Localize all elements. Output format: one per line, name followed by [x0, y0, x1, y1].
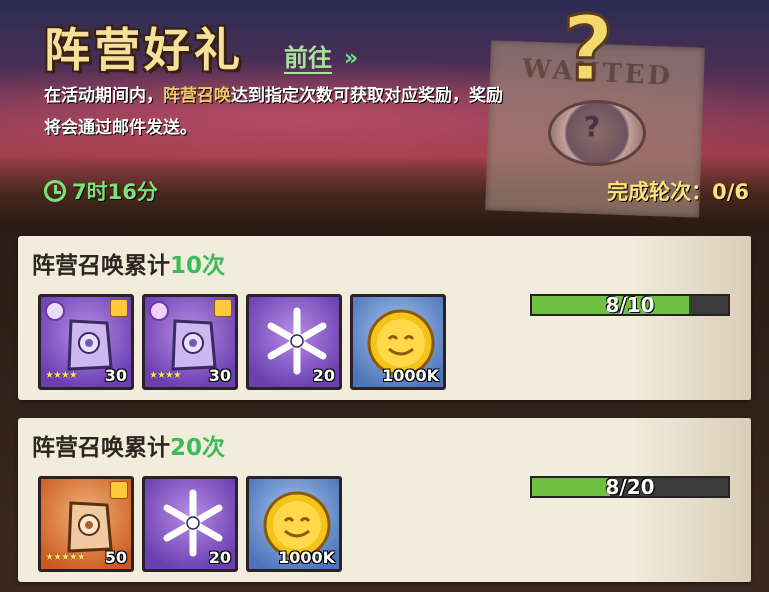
double-chevron-right-icon[interactable]: »	[344, 46, 358, 71]
task-card: 阵营召唤累计10次 8/10 ★★★★ 30 ★★★★ 30 20 1000K	[18, 236, 751, 400]
reward-quantity: 1000K	[382, 366, 439, 385]
rarity-stars: ★★★★	[149, 370, 182, 381]
puzzle-piece-icon	[214, 299, 232, 317]
puzzle-piece-icon	[110, 481, 128, 499]
reward-item-faction-shard[interactable]: ★★★★ 30	[38, 294, 134, 390]
reward-quantity: 20	[312, 366, 335, 385]
task-title: 阵营召唤累计20次	[32, 428, 225, 462]
reward-item-snowflake[interactable]: 20	[142, 476, 238, 572]
reward-quantity: 30	[208, 366, 231, 385]
progress-text: 8/20	[605, 475, 655, 499]
medal-question-icon: ?	[584, 110, 601, 143]
timer-text: 7时16分	[72, 180, 158, 204]
reward-quantity: 30	[104, 366, 127, 385]
event-description: 在活动期间内，阵营召唤达到指定次数可获取对应奖励，奖励将会通过邮件发送。	[44, 80, 514, 144]
page-title: 阵营好礼	[44, 23, 244, 77]
progress-bar: 8/20	[530, 476, 730, 498]
reward-item-faction-shard[interactable]: ★★★★ 30	[142, 294, 238, 390]
faction-shard-icon	[67, 319, 113, 371]
faction-shard-icon	[67, 501, 113, 553]
clock-icon	[44, 180, 66, 202]
rarity-stars: ★★★★★	[45, 552, 86, 563]
reward-quantity: 20	[208, 548, 231, 567]
task-title: 阵营召唤累计10次	[32, 246, 225, 280]
task-count: 20次	[170, 435, 226, 461]
progress-bar: 8/10	[530, 294, 730, 316]
progress-text: 8/10	[605, 293, 655, 317]
event-banner: WANTED ? ? 阵营好礼 前往 » 在活动期间内，阵营召唤达到指定次数可获…	[0, 0, 769, 222]
reward-quantity: 50	[104, 548, 127, 567]
puzzle-piece-icon	[110, 299, 128, 317]
completed-rounds: 完成轮次：0/6	[607, 180, 749, 204]
reward-list: ★★★★★ 50 20 1000K	[38, 476, 342, 572]
countdown-timer: 7时16分	[44, 176, 158, 206]
reward-item-snowflake[interactable]: 20	[246, 294, 342, 390]
task-count: 10次	[170, 253, 226, 279]
reward-item-gold-coin[interactable]: 1000K	[246, 476, 342, 572]
faction-badge-icon	[149, 301, 169, 321]
reward-quantity: 1000K	[278, 548, 335, 567]
task-title-prefix: 阵营召唤累计	[32, 253, 170, 279]
question-mark-icon: ?	[560, 0, 615, 102]
faction-shard-icon	[171, 319, 217, 371]
task-title-prefix: 阵营召唤累计	[32, 435, 170, 461]
reward-item-gold-coin[interactable]: 1000K	[350, 294, 446, 390]
reward-item-faction-shard[interactable]: ★★★★★ 50	[38, 476, 134, 572]
rarity-stars: ★★★★	[45, 370, 78, 381]
task-card: 阵营召唤累计20次 8/20 ★★★★★ 50 20 1000K	[18, 418, 751, 582]
reward-list: ★★★★ 30 ★★★★ 30 20 1000K	[38, 294, 446, 390]
desc-text-pre: 在活动期间内，	[44, 86, 163, 106]
faction-badge-icon	[45, 301, 65, 321]
desc-highlight: 阵营召唤	[163, 86, 231, 106]
goto-button[interactable]: 前往	[284, 44, 332, 74]
